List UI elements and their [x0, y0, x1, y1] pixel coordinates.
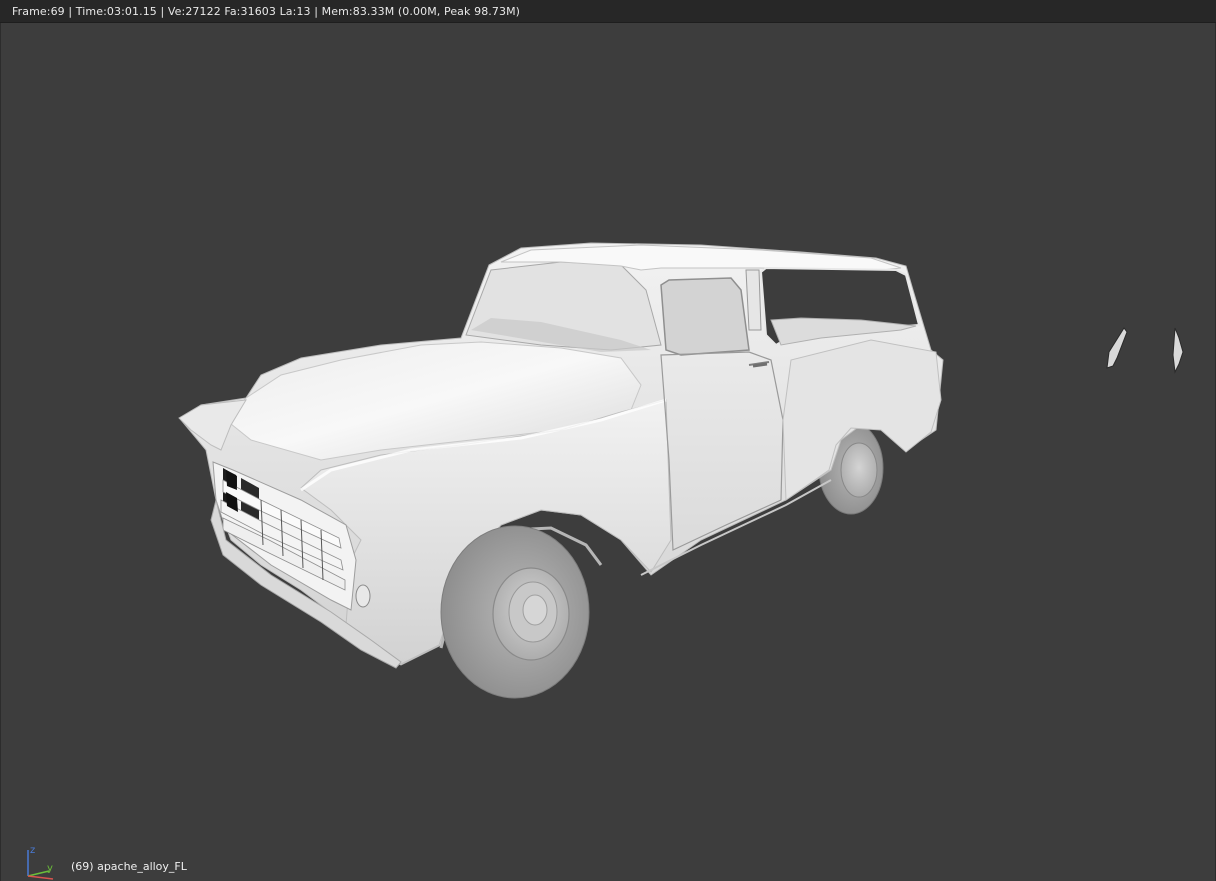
scene-render[interactable]	[1, 23, 1215, 881]
info-header: Frame:69 | Time:03:01.15 | Ve:27122 Fa:3…	[0, 0, 1216, 23]
truck-model[interactable]	[178, 242, 944, 699]
blender-window: Frame:69 | Time:03:01.15 | Ve:27122 Fa:3…	[0, 0, 1216, 881]
y-axis-line	[27, 870, 50, 877]
info-stats-text: Frame:69 | Time:03:01.15 | Ve:27122 Fa:3…	[12, 5, 521, 18]
headlight	[355, 584, 371, 608]
z-axis-label: z	[30, 845, 35, 856]
y-axis-label: y	[47, 863, 53, 874]
active-object-label: (69) apache_alloy_FL	[71, 860, 187, 873]
door-handle	[752, 362, 768, 368]
axis-gizmo[interactable]: z y	[19, 839, 63, 881]
front-wheel	[440, 525, 590, 699]
door-window	[660, 277, 750, 356]
x-axis-line	[27, 875, 54, 880]
detached-parts[interactable]	[1106, 327, 1184, 374]
3d-viewport[interactable]: z y (69) apache_alloy_FL	[0, 23, 1216, 881]
